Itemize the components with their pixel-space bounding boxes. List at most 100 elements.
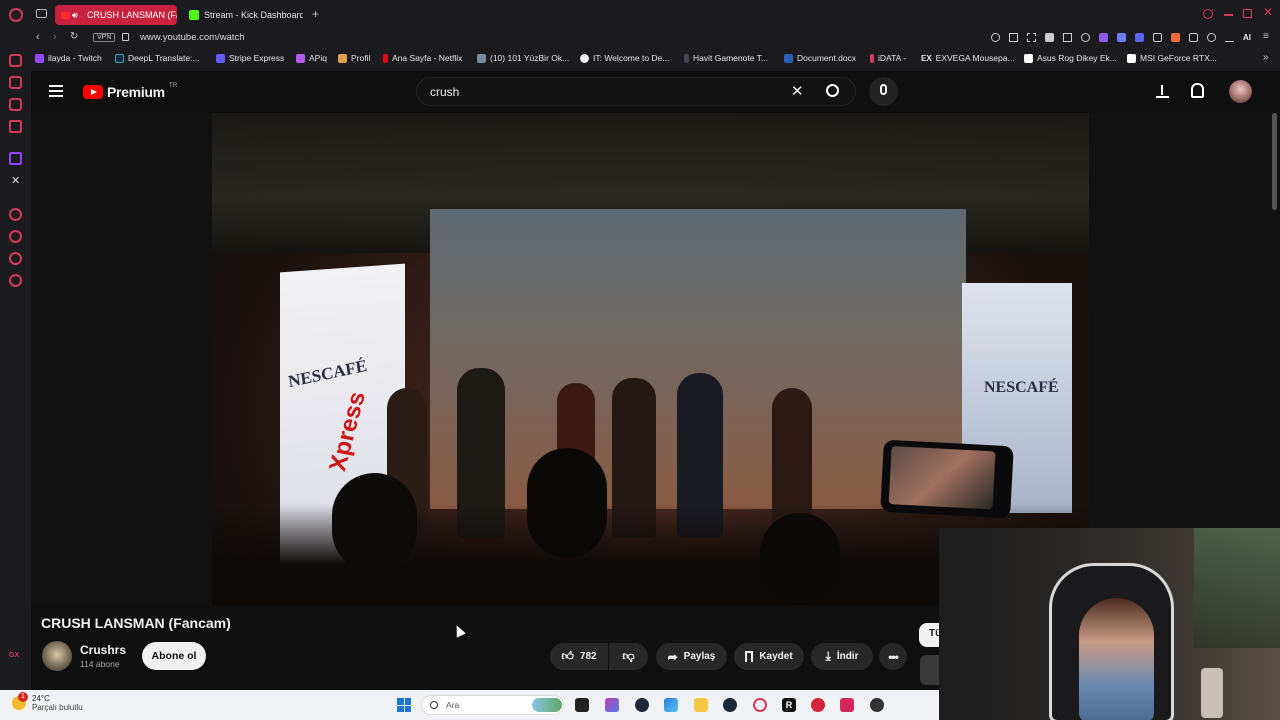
amazon-icon: [1024, 53, 1033, 63]
shield-icon[interactable]: [1045, 33, 1054, 42]
search-box[interactable]: crush ✕: [416, 77, 856, 106]
opera-gx-icon[interactable]: [753, 698, 767, 712]
back-icon[interactable]: ‹: [36, 31, 40, 43]
notifications-bell-icon[interactable]: [1191, 83, 1204, 98]
snipping-tool-icon[interactable]: [605, 698, 619, 712]
screenshot-icon[interactable]: [1027, 33, 1036, 42]
dislike-button[interactable]: 👎︎: [609, 643, 648, 670]
more-actions-button[interactable]: •••: [879, 643, 907, 670]
app-pink-icon[interactable]: [840, 698, 854, 712]
voice-search-icon[interactable]: [869, 77, 898, 106]
channel-name[interactable]: Crushrs: [80, 643, 126, 657]
video-letterbox-right: [1089, 113, 1280, 528]
taskbar-search[interactable]: Ara: [421, 695, 564, 715]
tab-kick-dashboard[interactable]: Stream - Kick Dashboard: [183, 5, 303, 25]
bookmark-item[interactable]: ilayda - Twitch: [35, 53, 102, 63]
start-button[interactable]: [397, 698, 411, 712]
speaker-icon[interactable]: 🔊︎: [72, 5, 78, 25]
reload-icon[interactable]: ↻: [70, 31, 78, 42]
bookmark-item[interactable]: (10) 101 YüzBir Ok...: [477, 53, 569, 63]
ext-blue-icon[interactable]: [1117, 33, 1126, 42]
clear-search-icon[interactable]: ✕: [791, 82, 804, 100]
file-explorer-icon[interactable]: [694, 698, 708, 712]
tab-youtube-crush[interactable]: 🔊︎ CRUSH LANSMAN (Fan: [55, 5, 177, 25]
sidebar-m-icon[interactable]: [9, 120, 22, 133]
sidebar-x-icon[interactable]: ✕: [11, 174, 20, 187]
bookmark-item[interactable]: DeepL Translate:...: [115, 53, 200, 63]
ext-discord-icon[interactable]: [1135, 33, 1144, 42]
close-window-button[interactable]: ✕: [1263, 5, 1273, 19]
pin-icon[interactable]: [1009, 33, 1018, 42]
like-button[interactable]: 👍︎ 782: [550, 643, 608, 670]
save-button[interactable]: Kaydet: [734, 643, 804, 670]
rockstar-icon[interactable]: R: [782, 698, 796, 712]
share-button[interactable]: ➦ Paylaş: [656, 643, 727, 670]
bookmark-item[interactable]: Havit Gamenote T...: [684, 53, 768, 63]
bookmarks-overflow-icon[interactable]: »: [1263, 52, 1269, 63]
search-tabs-icon[interactable]: [1203, 9, 1213, 19]
menu-icon[interactable]: ≡: [1263, 31, 1269, 42]
sidebar-extensions-icon[interactable]: [9, 252, 22, 265]
steam-alt-icon[interactable]: [723, 698, 737, 712]
sidebar-history-icon[interactable]: [9, 230, 22, 243]
minimize-button[interactable]: [1224, 14, 1233, 16]
sidebar-messenger-icon[interactable]: [9, 98, 22, 111]
vpn-badge[interactable]: VPN: [93, 33, 116, 42]
url-field[interactable]: www.youtube.com/watch: [140, 32, 245, 43]
bookmark-item[interactable]: iDATA -: [870, 53, 906, 63]
heart-icon[interactable]: [1081, 33, 1090, 42]
app-red-icon[interactable]: [811, 698, 825, 712]
download-button[interactable]: ⤓ İndir: [811, 643, 873, 670]
ai-button[interactable]: AI: [1243, 33, 1251, 42]
photos-icon[interactable]: [664, 698, 678, 712]
taskbar-search-label: Ara: [446, 700, 460, 710]
video-title: CRUSH LANSMAN (Fancam): [41, 615, 231, 631]
upload-icon[interactable]: [1156, 83, 1169, 98]
bookmark-item[interactable]: Ana Sayfa - Netflix: [383, 53, 462, 63]
bookmark-item[interactable]: APiq: [296, 53, 327, 63]
app-dark-icon[interactable]: [870, 698, 884, 712]
deepl-icon: [115, 53, 124, 63]
sidebar-play-icon[interactable]: [9, 208, 22, 221]
bookmark-item[interactable]: Stripe Express: [216, 53, 284, 63]
sidebar-gx-icon[interactable]: GX: [9, 652, 19, 659]
sidebar-twitch-icon[interactable]: [9, 152, 22, 165]
avatar[interactable]: [1229, 80, 1252, 103]
sidebar-ai-icon[interactable]: [9, 54, 22, 67]
hamburger-menu-icon[interactable]: [49, 85, 63, 97]
search-icon[interactable]: [826, 84, 839, 97]
page-scrollbar[interactable]: [1272, 113, 1277, 210]
havit-icon: [684, 53, 689, 63]
weather-widget[interactable]: 1 24°C Parçalı bulutlu: [12, 692, 83, 712]
new-tab-button[interactable]: +: [312, 7, 319, 21]
play-icon[interactable]: [1063, 33, 1072, 42]
maximize-button[interactable]: [1243, 9, 1252, 18]
bookmark-item[interactable]: Document.docx: [784, 53, 856, 63]
sidebar-settings-icon[interactable]: [9, 274, 22, 287]
forward-icon[interactable]: ›: [53, 31, 57, 43]
youtube-header: Premium TR crush ✕: [31, 71, 1280, 113]
steam-icon[interactable]: [635, 698, 649, 712]
ext-puzzle-icon[interactable]: [1189, 33, 1198, 42]
channel-avatar[interactable]: [42, 641, 72, 671]
search-input[interactable]: crush: [430, 85, 459, 99]
bookmark-item[interactable]: MSI GeForce RTX...: [1127, 53, 1217, 63]
bookmark-item[interactable]: IT: Welcome to De...: [580, 53, 669, 63]
ext-cube-icon[interactable]: [1153, 33, 1162, 42]
premium-label: Premium: [107, 84, 165, 100]
ext-share-icon[interactable]: [1207, 33, 1216, 42]
zoom-icon[interactable]: [991, 33, 1000, 42]
lock-icon: [122, 33, 129, 41]
bookmark-item[interactable]: EX EXVEGA Mousepa...: [921, 53, 1015, 63]
task-view-icon[interactable]: [575, 698, 589, 712]
bookmark-item[interactable]: Asus Rog Dikey Ek...: [1024, 53, 1117, 63]
sidebar-bag-icon[interactable]: [9, 76, 22, 89]
subscribe-button[interactable]: Abone ol: [142, 642, 206, 670]
opera-logo-icon[interactable]: [9, 8, 23, 22]
ext-orange-icon[interactable]: [1171, 33, 1180, 42]
tab-overview-icon[interactable]: [36, 9, 47, 18]
bookmark-item[interactable]: Profil: [338, 53, 370, 63]
download-icon[interactable]: [1225, 33, 1234, 42]
youtube-logo[interactable]: Premium TR: [83, 82, 177, 100]
ext-purple-icon[interactable]: [1099, 33, 1108, 42]
